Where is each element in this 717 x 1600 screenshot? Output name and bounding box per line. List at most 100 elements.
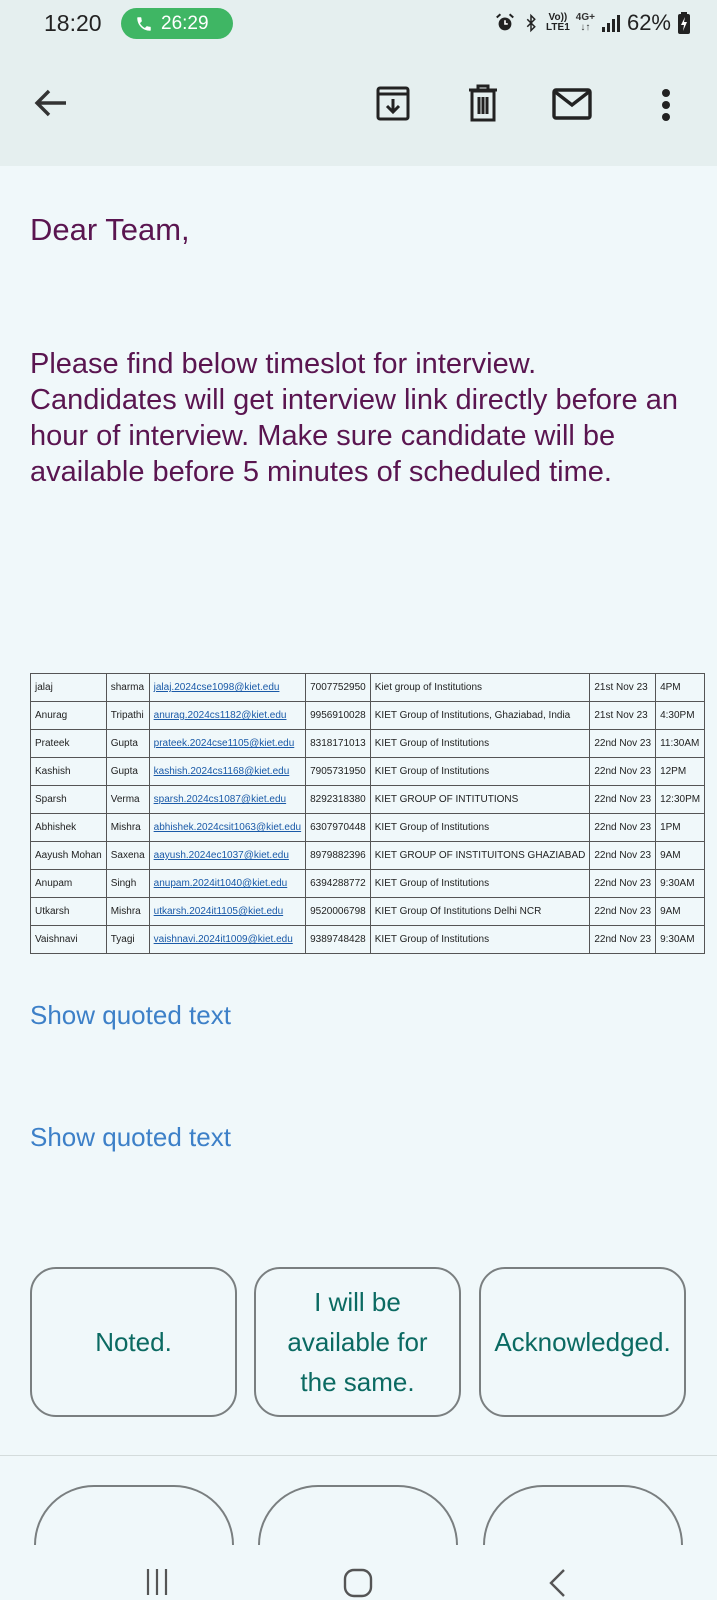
mail-icon[interactable] [552,88,592,120]
table-row: Sparsh Verma sparsh.2024cs1087@kiet.edu 829… [30,785,706,814]
smart-reply-noted[interactable]: Noted. [30,1267,237,1417]
cell-first-name: Kashish [30,757,107,786]
cell-email[interactable]: kashish.2024cs1168@kiet.edu [148,757,307,786]
smart-reply-acknowledged[interactable]: Acknowledged. [479,1267,686,1417]
volte-indicator: Vo)) LTE1 [546,12,570,33]
cell-first-name: Aayush Mohan [30,841,107,870]
cell-phone: 7905731950 [305,757,371,786]
signal-icon [601,15,620,32]
cell-phone: 8292318380 [305,785,371,814]
cell-first-name: Utkarsh [30,897,107,926]
bottom-action-chip[interactable] [34,1485,234,1545]
cell-time: 9AM [655,841,706,870]
cell-phone: 6394288772 [305,869,371,898]
cell-email[interactable]: anupam.2024it1040@kiet.edu [148,869,307,898]
cell-college: KIET Group of Institutions [369,813,591,842]
cell-college: KIET Group of Institutions [369,869,591,898]
archive-icon[interactable] [375,84,411,122]
nav-back-icon[interactable] [548,1568,566,1598]
cell-college: KIET GROUP OF INSTITUITONS GHAZIABAD [369,841,591,870]
bottom-divider [0,1455,717,1456]
table-row: Abhishek Mishra abhishek.2024csit1063@kiet… [30,813,706,842]
cell-email[interactable]: sparsh.2024cs1087@kiet.edu [148,785,307,814]
status-time: 18:20 [44,10,102,36]
cell-time: 12PM [655,757,706,786]
cell-date: 21st Nov 23 [589,673,657,702]
bottom-action-chip[interactable] [483,1485,683,1545]
cell-last-name: Tripathi [105,701,150,730]
cell-last-name: sharma [105,673,150,702]
cell-first-name: Abhishek [30,813,107,842]
battery-percent: 62% [626,10,671,35]
alarm-icon [496,13,514,31]
home-icon[interactable] [343,1568,373,1598]
cell-email[interactable]: vaishnavi.2024it1009@kiet.edu [148,925,307,954]
arrow-back-icon[interactable] [34,88,68,118]
cell-date: 22nd Nov 23 [589,729,657,758]
cell-last-name: Verma [105,785,150,814]
cell-email[interactable]: jalaj.2024cse1098@kiet.edu [148,673,307,702]
cell-email[interactable]: abhishek.2024csit1063@kiet.edu [148,813,307,842]
delete-icon[interactable] [467,84,499,122]
bottom-action-chip[interactable] [258,1485,458,1545]
battery-charging-icon [678,12,690,34]
table-row: jalaj sharma jalaj.2024cse1098@kiet.edu 700… [30,673,706,702]
table-row: Anupam Singh anupam.2024it1040@kiet.edu 639… [30,869,706,898]
cell-phone: 8318171013 [305,729,371,758]
ongoing-call-pill[interactable]: 26:29 [121,8,233,39]
email-message: Please find below timeslot for interview… [30,348,678,488]
table-row: Utkarsh Mishra utkarsh.2024it1105@kiet.edu… [30,897,706,926]
cell-time: 9AM [655,897,706,926]
more-vert-icon[interactable] [660,88,672,122]
cell-email[interactable]: utkarsh.2024it1105@kiet.edu [148,897,307,926]
cell-last-name: Gupta [105,757,150,786]
cell-last-name: Mishra [105,813,150,842]
show-quoted-text-link[interactable]: Show quoted text [30,1122,231,1153]
cell-last-name: Singh [105,869,150,898]
cell-first-name: jalaj [30,673,107,702]
cell-time: 4:30PM [655,701,706,730]
status-icons: Vo)) LTE1 4G+ ↓↑ 62% [494,8,691,38]
cell-time: 4PM [655,673,706,702]
cell-first-name: Vaishnavi [30,925,107,954]
table-row: Anurag Tripathi anurag.2024cs1182@kiet.edu… [30,701,706,730]
cell-first-name: Anurag [30,701,107,730]
cell-date: 22nd Nov 23 [589,813,657,842]
show-quoted-text-link[interactable]: Show quoted text [30,1000,231,1031]
cell-date: 21st Nov 23 [589,701,657,730]
cell-first-name: Prateek [30,729,107,758]
table-row: Aayush Mohan Saxena aayush.2024ec1037@kiet… [30,841,706,870]
app-top-bar: 18:20 26:29 Vo)) LTE1 4G+ ↓↑ 62% [0,0,717,166]
network-type: 4G+ ↓↑ [575,12,595,33]
cell-time: 9:30AM [655,869,706,898]
cell-college: Kiet group of Institutions [369,673,591,702]
cell-email[interactable]: aayush.2024ec1037@kiet.edu [148,841,307,870]
call-duration: 26:29 [161,12,209,34]
cell-email[interactable]: anurag.2024cs1182@kiet.edu [148,701,307,730]
cell-date: 22nd Nov 23 [589,757,657,786]
smart-reply-available[interactable]: I will be available for the same. [254,1267,461,1417]
cell-college: KIET Group of Institutions [369,729,591,758]
cell-phone: 9956910028 [305,701,371,730]
cell-time: 9:30AM [655,925,706,954]
cell-college: KIET Group of Institutions [369,925,591,954]
bluetooth-icon [526,13,536,33]
cell-college: KIET Group Of Institutions Delhi NCR [369,897,591,926]
cell-date: 22nd Nov 23 [589,841,657,870]
cell-last-name: Mishra [105,897,150,926]
status-bar: 18:20 26:29 Vo)) LTE1 4G+ ↓↑ 62% [0,0,717,46]
system-navigation-bar [0,1540,717,1600]
email-greeting: Dear Team, [30,212,190,247]
recents-icon[interactable] [145,1568,169,1596]
interview-schedule-table: jalaj sharma jalaj.2024cse1098@kiet.edu 700… [30,673,706,954]
cell-date: 22nd Nov 23 [589,785,657,814]
cell-phone: 8979882396 [305,841,371,870]
cell-date: 22nd Nov 23 [589,925,657,954]
cell-email[interactable]: prateek.2024cse1105@kiet.edu [148,729,307,758]
table-row: Vaishnavi Tyagi vaishnavi.2024it1009@kiet.… [30,925,706,954]
cell-college: KIET Group of Institutions [369,757,591,786]
cell-last-name: Gupta [105,729,150,758]
cell-time: 11:30AM [655,729,706,758]
cell-phone: 9389748428 [305,925,371,954]
cell-first-name: Anupam [30,869,107,898]
